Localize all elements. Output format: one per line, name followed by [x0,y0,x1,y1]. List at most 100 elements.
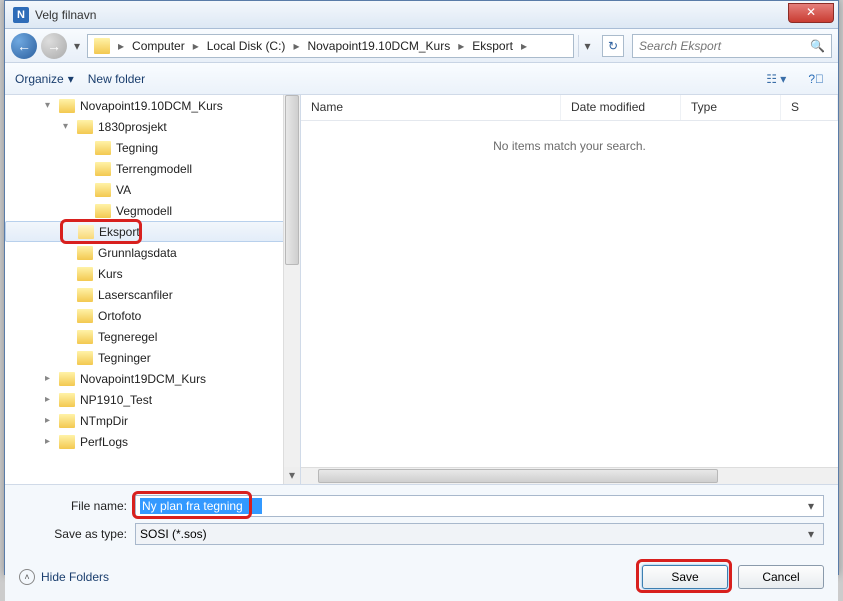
search-box[interactable]: 🔍 [632,34,832,58]
new-folder-label: New folder [88,72,145,86]
hide-folders-label: Hide Folders [41,570,109,584]
folder-icon [77,246,93,260]
filename-input[interactable] [140,498,262,514]
organize-label: Organize [15,72,64,86]
main-area: ▾Novapoint19.10DCM_Kurs▾1830prosjektTegn… [5,95,838,485]
breadcrumb-item[interactable]: Local Disk (C:) [203,39,290,53]
footer: ˄ Hide Folders Save Cancel [5,557,838,601]
tree-item-tegneregel[interactable]: Tegneregel [5,326,300,347]
tree-item-label: Novapoint19.10DCM_Kurs [80,99,223,113]
folder-icon [95,183,111,197]
tree-scrollbar[interactable]: ▾ [283,95,300,484]
chevron-right-icon[interactable]: ▸ [289,39,303,53]
forward-button[interactable]: → [41,33,67,59]
tree-item-label: Novapoint19DCM_Kurs [80,372,206,386]
tree-item-label: Laserscanfiler [98,288,173,302]
tree-item-terrengmodell[interactable]: Terrengmodell [5,158,300,179]
tree-item-1830prosjekt[interactable]: ▾ 1830prosjekt [5,116,300,137]
tree-item-va[interactable]: VA [5,179,300,200]
file-list[interactable]: Name Date modified Type S No items match… [301,95,838,484]
hide-folders-button[interactable]: ˄ Hide Folders [19,569,109,585]
chevron-right-icon[interactable]: ▸ [114,39,128,53]
list-horizontal-scrollbar[interactable] [301,467,838,484]
tree-item-kurs[interactable]: Kurs [5,263,300,284]
breadcrumb-item[interactable]: Novapoint19.10DCM_Kurs [303,39,454,53]
column-header-date[interactable]: Date modified [561,95,681,120]
tree-item-laserscanfiler[interactable]: Laserscanfiler [5,284,300,305]
cancel-button[interactable]: Cancel [738,565,824,589]
savetype-field[interactable]: SOSI (*.sos) ▾ [135,523,824,545]
breadcrumb-item[interactable]: Computer [128,39,189,53]
tree-item-label: NP1910_Test [80,393,152,407]
tree-item-label: 1830prosjekt [98,120,167,134]
expand-icon[interactable]: ▸ [45,436,59,447]
tree-item-novapoint19-10dcm-kurs[interactable]: ▾ Novapoint19.10DCM_Kurs [5,95,300,116]
save-button[interactable]: Save [642,565,728,589]
tree-item-tegninger[interactable]: Tegninger [5,347,300,368]
chevron-right-icon[interactable]: ▸ [454,39,468,53]
search-input[interactable] [639,39,810,53]
app-icon: N [13,7,29,23]
folder-tree[interactable]: ▾Novapoint19.10DCM_Kurs▾1830prosjektTegn… [5,95,301,484]
tree-item-label: Kurs [98,267,123,281]
folder-icon [77,267,93,281]
close-button[interactable]: ✕ [788,3,834,23]
folder-icon [59,414,75,428]
expand-icon[interactable]: ▸ [45,394,59,405]
folder-icon [77,120,93,134]
breadcrumb-dropdown[interactable]: ▾ [578,35,596,57]
tree-item-label: Eksport [99,225,140,239]
new-folder-button[interactable]: New folder [88,72,145,86]
tree-item-label: Vegmodell [116,204,172,218]
tree-item-label: PerfLogs [80,435,128,449]
column-header-size[interactable]: S [781,95,838,120]
search-icon[interactable]: 🔍 [810,39,825,53]
column-header-type[interactable]: Type [681,95,781,120]
refresh-button[interactable]: ↻ [602,35,624,57]
save-form: File name: ▾ Save as type: SOSI (*.sos) … [5,485,838,557]
tree-item-ntmpdir[interactable]: ▸ NTmpDir [5,410,300,431]
folder-icon [95,204,111,218]
expand-icon[interactable]: ▾ [63,121,77,132]
tree-item-grunnlagsdata[interactable]: Grunnlagsdata [5,242,300,263]
breadcrumb[interactable]: ▸ Computer ▸ Local Disk (C:) ▸ Novapoint… [87,34,574,58]
tree-item-label: Tegninger [98,351,151,365]
folder-icon [77,351,93,365]
back-button[interactable]: ← [11,33,37,59]
folder-icon [95,162,111,176]
savetype-dropdown[interactable]: ▾ [803,527,819,541]
tree-item-label: Tegning [116,141,158,155]
expand-icon[interactable]: ▸ [45,415,59,426]
scrollbar-thumb[interactable] [285,95,299,265]
chevron-right-icon[interactable]: ▸ [517,39,531,53]
titlebar: N Velg filnavn ✕ [5,1,838,29]
help-button[interactable]: ?⃝ [804,70,828,88]
expand-icon[interactable]: ▾ [45,100,59,111]
chevron-right-icon[interactable]: ▸ [189,39,203,53]
filename-label: File name: [19,499,135,513]
breadcrumb-item[interactable]: Eksport [468,39,517,53]
savetype-value: SOSI (*.sos) [140,527,803,541]
tree-item-label: Grunnlagsdata [98,246,177,260]
expand-icon[interactable]: ▸ [45,373,59,384]
scroll-down-icon[interactable]: ▾ [284,467,300,484]
organize-menu[interactable]: Organize ▾ [15,72,74,86]
tree-item-vegmodell[interactable]: Vegmodell [5,200,300,221]
tree-item-novapoint19dcm-kurs[interactable]: ▸ Novapoint19DCM_Kurs [5,368,300,389]
filename-field[interactable]: ▾ [135,495,824,517]
folder-icon [59,372,75,386]
folder-icon [59,99,75,113]
tree-item-tegning[interactable]: Tegning [5,137,300,158]
tree-item-label: NTmpDir [80,414,128,428]
tree-item-label: Tegneregel [98,330,157,344]
savetype-label: Save as type: [19,527,135,541]
tree-item-np1910-test[interactable]: ▸ NP1910_Test [5,389,300,410]
nav-history-dropdown[interactable]: ▾ [71,36,83,56]
tree-item-perflogs[interactable]: ▸ PerfLogs [5,431,300,452]
column-header-name[interactable]: Name [301,95,561,120]
tree-item-ortofoto[interactable]: Ortofoto [5,305,300,326]
tree-item-eksport[interactable]: Eksport [5,221,300,242]
filename-dropdown[interactable]: ▾ [803,499,819,513]
view-options-button[interactable]: ☷ ▾ [762,70,790,88]
scrollbar-thumb[interactable] [318,469,718,483]
